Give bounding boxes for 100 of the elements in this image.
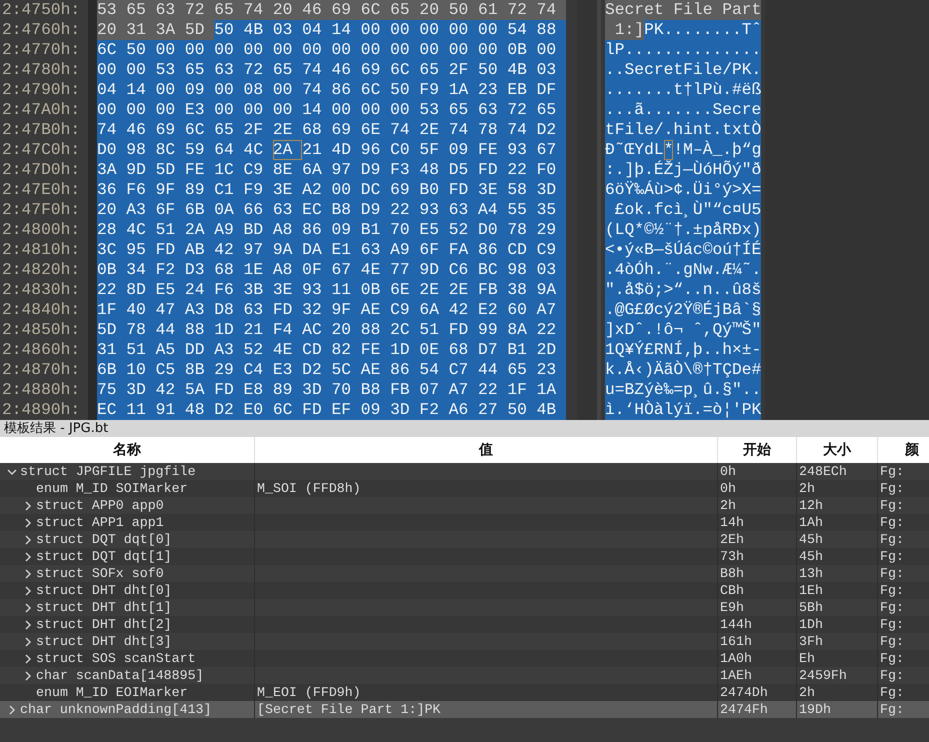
ascii-text[interactable]: ]xDˆ.!ô¬ ˆ,Qý™Š" <box>605 320 762 340</box>
table-cell: 13h <box>799 566 823 581</box>
table-cell: 14h <box>720 515 744 530</box>
ascii-text[interactable]: ...ã.......Secre <box>605 100 762 120</box>
table-cell: Fg: <box>880 481 904 496</box>
table-cell: 2474Fh <box>720 702 768 717</box>
hex-bytes[interactable]: 1F 40 47 A3 D8 63 FD 32 9F AE C9 6A 42 E2 60 A7 <box>97 300 566 320</box>
tree-item-label[interactable]: struct DHT dht[3] <box>36 633 172 650</box>
ascii-text[interactable]: (LQ*©½¨†.±påRÐx) <box>605 220 762 240</box>
chevron-right-icon[interactable] <box>7 704 17 714</box>
chevron-right-icon[interactable] <box>23 602 33 612</box>
ascii-text[interactable]: tFile/.hint.txtÒ <box>605 120 762 140</box>
tree-item-label[interactable]: enum M_ID EOIMarker <box>36 684 188 701</box>
chevron-right-icon[interactable] <box>23 670 33 680</box>
ascii-text[interactable]: * <box>664 140 674 160</box>
tree-item-label[interactable]: enum M_ID SOIMarker <box>36 480 188 497</box>
table-cell: 1Dh <box>799 617 823 632</box>
table-cell: 12h <box>799 498 823 513</box>
table-cell: 144h <box>720 617 752 632</box>
hex-bytes[interactable]: D0 98 8C 59 64 4C <box>97 140 273 160</box>
hex-bytes[interactable]: 04 14 00 09 00 08 00 74 86 6C 50 F9 1A 23 EB DF <box>97 80 566 100</box>
tree-item-label[interactable]: struct DHT dht[2] <box>36 616 172 633</box>
table-cell: [Secret File Part 1:]PK <box>257 702 441 717</box>
tree-item-label[interactable]: struct APP1 app1 <box>36 514 164 531</box>
chevron-down-icon[interactable] <box>7 466 17 476</box>
ascii-text[interactable]: 1:] <box>605 20 644 40</box>
hex-bytes[interactable]: 50 4B 03 04 14 00 00 00 00 00 54 88 <box>214 20 566 40</box>
hex-bytes[interactable]: 53 65 63 72 65 74 20 46 69 6C 65 20 50 61 72 74 <box>97 0 566 20</box>
tree-item-label[interactable]: struct SOFx sof0 <box>36 565 164 582</box>
hex-bytes[interactable]: 31 51 A5 DD A3 52 4E CD 82 FE 1D 0E 68 D7 B1 2D <box>97 340 566 360</box>
ascii-text[interactable]: !M–À_.þ“g <box>673 140 762 160</box>
ascii-text[interactable]: <•ý«B—šÚác©oú†ÍÉ <box>605 240 762 260</box>
hex-bytes[interactable]: 3A 9D 5D FE 1C C9 8E 6A 97 D9 F3 48 D5 FD 22 F0 <box>97 160 566 180</box>
table-cell: Fg: <box>880 566 904 581</box>
hex-bytes[interactable]: 21 4D 96 C0 5F 09 FE 93 67 <box>302 140 566 160</box>
hex-bytes[interactable]: 00 00 53 65 63 72 65 74 46 69 6C 65 2F 50 4B 03 <box>97 60 566 80</box>
hex-bytes[interactable]: 75 3D 42 5A FD E8 89 3D 70 B8 FB 07 A7 22 1F 1A <box>97 380 566 400</box>
ascii-text[interactable]: 6öŸ‰Áù>¢.Üi°ý>X= <box>605 180 762 200</box>
hex-bytes[interactable]: 20 A3 6F 6B 0A 66 63 EC B8 D9 22 93 63 A4 55 35 <box>97 200 566 220</box>
ascii-text[interactable]: .4òÓh.¨.gNw.Æ¼˜. <box>605 260 762 280</box>
chevron-right-icon[interactable] <box>23 620 33 630</box>
table-cell: 1Ah <box>799 515 823 530</box>
ascii-text[interactable]: ".å$ö;>“..n..û8š <box>605 280 762 300</box>
tree-item-label[interactable]: char scanData[148895] <box>36 667 204 684</box>
table-cell: 73h <box>720 549 744 564</box>
ascii-text[interactable]: .......t†lPù.#ëß <box>605 80 762 100</box>
tree-item-label[interactable]: struct DHT dht[1] <box>36 599 172 616</box>
ascii-text[interactable]: :.]þ.ÉŽj—ÙóHÕý"ð <box>605 160 762 180</box>
table-cell: 0h <box>720 481 736 496</box>
chevron-right-icon[interactable] <box>23 568 33 578</box>
table-cell: M_EOI (FFD9h) <box>257 685 361 700</box>
ascii-text[interactable]: .@G£Øcý2Ÿ®ÉjBâ`§ <box>605 300 762 320</box>
hex-bytes[interactable]: 3C 95 FD AB 42 97 9A DA E1 63 A9 6F FA 86 CD C9 <box>97 240 566 260</box>
table-cell: 2Eh <box>720 532 744 547</box>
hex-bytes[interactable]: 5D 78 44 88 1D 21 F4 AC 20 88 2C 51 FD 99 8A 22 <box>97 320 566 340</box>
tree-item-label[interactable]: struct DQT dqt[0] <box>36 531 172 548</box>
tree-item-label[interactable]: char unknownPadding[413] <box>20 701 212 718</box>
ascii-text[interactable]: £ok.fcì¸Ù"“c¤U5 <box>605 200 762 220</box>
ascii-text[interactable]: PK........Tˆ <box>644 20 762 40</box>
row-address: 2:47C0h: <box>0 140 88 160</box>
chevron-right-icon[interactable] <box>23 534 33 544</box>
tree-item-label[interactable]: struct SOS scanStart <box>36 650 196 667</box>
tree-item-label[interactable]: struct DQT dqt[1] <box>36 548 172 565</box>
hex-bytes[interactable]: 22 8D E5 24 F6 3B 3E 93 11 0B 6E 2E 2E FB 38 9A <box>97 280 566 300</box>
tree-item-label[interactable]: struct JPGFILE jpgfile <box>20 463 196 480</box>
ascii-text[interactable]: Ð˜ŒYdL <box>605 140 664 160</box>
hex-bytes[interactable]: 00 00 00 E3 00 00 00 14 00 00 00 53 65 63 72 65 <box>97 100 566 120</box>
table-row[interactable]: char unknownPadding[413] [Secret File Part 1:]PK 2474Fh 19Dh Fg: <box>0 701 929 718</box>
tree-item-label[interactable]: struct APP0 app0 <box>36 497 164 514</box>
ascii-text[interactable]: lP.............. <box>605 40 762 60</box>
ascii-text[interactable]: 1Q¥Ý£RNÍ‚þ..h×±- <box>605 340 762 360</box>
ascii-text[interactable]: k.Å‹)ÄãÒ\®†TÇDe# <box>605 360 762 380</box>
row-address: 2:4770h: <box>0 40 88 60</box>
hex-bytes[interactable]: 0B 34 F2 D3 68 1E A8 0F 67 4E 77 9D C6 BC 98 03 <box>97 260 566 280</box>
tree-item-label[interactable]: struct DHT dht[0] <box>36 582 172 599</box>
hex-bytes[interactable]: EC 11 91 48 D2 E0 6C FD EF 09 3D F2 A6 27 50 4B <box>97 400 566 420</box>
row-address: 2:4870h: <box>0 360 88 380</box>
chevron-right-icon[interactable] <box>23 586 33 596</box>
row-address: 2:4790h: <box>0 80 88 100</box>
hex-bytes[interactable]: 6B 10 C5 8B 29 C4 E3 D2 5C AE 86 54 C7 44 65 23 <box>97 360 566 380</box>
chevron-right-icon[interactable] <box>23 500 33 510</box>
table-cell: Fg: <box>880 498 904 513</box>
ascii-text[interactable]: ..SecretFile/PK. <box>605 60 762 80</box>
chevron-right-icon[interactable] <box>23 552 33 562</box>
row-address: 2:4830h: <box>0 280 88 300</box>
table-cell: Fg: <box>880 651 904 666</box>
table-cell: Fg: <box>880 685 904 700</box>
chevron-right-icon[interactable] <box>23 518 33 528</box>
hex-bytes[interactable]: 28 4C 51 2A A9 BD A8 86 09 B1 70 E5 52 D0 78 29 <box>97 220 566 240</box>
hex-bytes[interactable]: 20 31 3A 5D <box>97 20 214 40</box>
ascii-text[interactable]: u=BZýè‰=p¸û.§".. <box>605 380 762 400</box>
chevron-right-icon[interactable] <box>23 654 33 664</box>
row-address: 2:47A0h: <box>0 100 88 120</box>
table-cell: Fg: <box>880 668 904 683</box>
hex-bytes[interactable]: 2A <box>272 140 302 160</box>
ascii-text[interactable]: Secret File Part <box>605 0 762 20</box>
hex-bytes[interactable]: 74 46 69 6C 65 2F 2E 68 69 6E 74 2E 74 78 74 D2 <box>97 120 566 140</box>
hex-bytes[interactable]: 6C 50 00 00 00 00 00 00 00 00 00 00 00 00 0B 00 <box>97 40 566 60</box>
chevron-right-icon[interactable] <box>23 636 33 646</box>
hex-bytes[interactable]: 36 F6 9F 89 C1 F9 3E A2 00 DC 69 B0 FD 3E 58 3D <box>97 180 566 200</box>
